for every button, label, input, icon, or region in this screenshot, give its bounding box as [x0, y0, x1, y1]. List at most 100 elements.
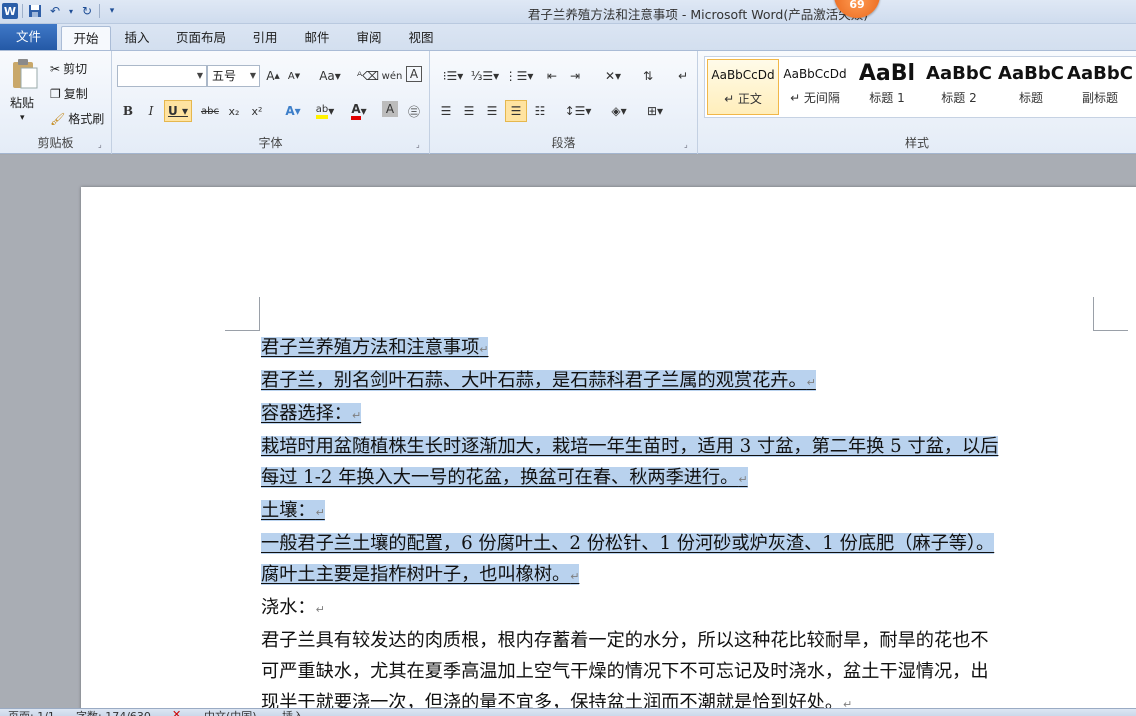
paragraph-mark: ↵ — [738, 473, 748, 486]
paragraph-mark: ↵ — [351, 409, 362, 422]
status-page[interactable]: 页面: 1/1 — [8, 709, 55, 716]
distributed-icon[interactable]: ☷ — [530, 101, 550, 121]
grammar-squiggle[interactable]: 但浇 — [425, 692, 461, 708]
doc-intro: 君子兰，别名剑叶石蒜、大叶石蒜，是石蒜科君子兰属的观赏花卉。 — [261, 370, 807, 391]
sort-icon[interactable]: ⇅ — [638, 66, 658, 86]
paste-button[interactable]: 粘贴 — [10, 94, 34, 111]
subscript-icon[interactable]: x₂ — [224, 101, 244, 121]
align-right-icon[interactable]: ☰ — [482, 101, 502, 121]
doc-soil-line-1[interactable]: 一般君子兰土壤的配置，6 份腐叶土、2 份松针、1 份河砂或炉灰渣、1 份底肥（… — [261, 528, 1096, 559]
tab-insert[interactable]: 插入 — [115, 26, 159, 50]
doc-container-text-2: 每过 1-2 年换入大一号的花盆，换盆可在春、秋两季进行。 — [261, 467, 739, 488]
style-title[interactable]: AaBbC 标题 — [995, 59, 1067, 115]
line-spacing-icon[interactable]: ↕☰▾ — [563, 101, 593, 121]
phonetic-guide-icon[interactable]: wén — [382, 66, 403, 86]
style-subtitle-name: 副标题 — [1081, 91, 1118, 105]
character-shading-icon[interactable]: A — [382, 101, 398, 117]
paragraph-group: ⁝☰▾ ⅓☰▾ ⋮☰▾ ⇤ ⇥ ✕▾ ⇅ ↵ ☰ ☰ ☰ ☰ ☷ ↕☰▾ ◈▾ … — [430, 51, 698, 154]
font-name-combo[interactable]: ▼ — [117, 65, 207, 87]
numbering-icon[interactable]: ⅓☰▾ — [470, 66, 500, 86]
italic-icon[interactable]: I — [141, 101, 161, 121]
clipboard-launcher-icon[interactable]: ⌟ — [98, 140, 107, 149]
cut-button[interactable]: ✂ 剪切 — [50, 60, 87, 77]
doc-water-line-2[interactable]: 可严重缺水，尤其在夏季高温加上空气干燥的情况下不可忘记及时浇水，盆土干湿情况，出 — [261, 656, 1096, 687]
align-left-icon[interactable]: ☰ — [436, 101, 456, 121]
crop-mark-right — [1093, 297, 1128, 331]
doc-water-line-3[interactable]: 现半干就要浇一次，但浇的量不宜多，保持盆土润而不潮就是恰到好处。↵ — [261, 687, 1096, 708]
tab-page-layout[interactable]: 页面布局 — [170, 26, 232, 50]
doc-water-text-1: 君子兰具有较发达的肉质根，根内存蓄着一定的水分，所以这种花比较耐旱，耐旱的花也不 — [261, 630, 989, 651]
doc-soil-line-2[interactable]: 腐叶土主要是指柞树叶子，也叫橡树。↵ — [261, 559, 1096, 592]
multilevel-list-icon[interactable]: ⋮☰▾ — [504, 66, 534, 86]
style-heading-2[interactable]: AaBbC 标题 2 — [923, 59, 995, 115]
doc-intro-line[interactable]: 君子兰，别名剑叶石蒜、大叶石蒜，是石蒜科君子兰属的观赏花卉。↵ — [261, 365, 1096, 398]
style-title-name: 标题 — [1018, 91, 1043, 105]
doc-container-heading-line[interactable]: 容器选择：↵ — [261, 398, 1096, 431]
borders-icon[interactable]: ⊞▾ — [640, 101, 670, 121]
doc-water-heading: 浇水： — [261, 597, 316, 618]
font-size-combo[interactable]: 五号 ▼ — [207, 65, 260, 87]
paragraph-mark: ↵ — [479, 343, 489, 356]
font-launcher-icon[interactable]: ⌟ — [416, 140, 425, 149]
status-bar: 页面: 1/1 字数: 174/630 ✕ 中文(中国) 插入 — [0, 708, 1136, 716]
style-subtitle-sample: AaBbC — [1067, 63, 1133, 84]
justify-icon[interactable]: ☰ — [505, 100, 527, 122]
doc-container-line-1[interactable]: 栽培时用盆随植株生长时逐渐加大，栽培一年生苗时，适用 3 寸盆，第二年换 5 寸… — [261, 431, 1096, 462]
show-marks-icon[interactable]: ↵ — [673, 66, 693, 86]
document-body[interactable]: 君子兰养殖方法和注意事项↵ 君子兰，别名剑叶石蒜、大叶石蒜，是石蒜科君子兰属的观… — [261, 332, 1096, 708]
align-center-icon[interactable]: ☰ — [459, 101, 479, 121]
font-color-icon[interactable]: A ▾ — [345, 101, 373, 121]
format-painter-button[interactable]: 🖌 格式刷 — [50, 110, 104, 127]
doc-water-line-1[interactable]: 君子兰具有较发达的肉质根，根内存蓄着一定的水分，所以这种花比较耐旱，耐旱的花也不 — [261, 625, 1096, 656]
superscript-icon[interactable]: x² — [247, 101, 267, 121]
doc-title-line[interactable]: 君子兰养殖方法和注意事项↵ — [261, 332, 1096, 365]
paste-icon[interactable] — [8, 57, 42, 91]
styles-group-label: 样式 — [904, 136, 929, 150]
scissors-icon: ✂ — [50, 61, 61, 76]
doc-container-line-2[interactable]: 每过 1-2 年换入大一号的花盆，换盆可在春、秋两季进行。↵ — [261, 462, 1096, 495]
status-insert-mode[interactable]: 插入 — [282, 709, 304, 716]
tab-review[interactable]: 审阅 — [347, 26, 391, 50]
bold-icon[interactable]: B — [118, 101, 138, 121]
style-subtitle[interactable]: AaBbC 副标题 — [1067, 59, 1133, 115]
style-heading-1[interactable]: AaBl 标题 1 — [851, 59, 923, 115]
brush-icon: 🖌 — [50, 111, 66, 126]
paragraph-launcher-icon[interactable]: ⌟ — [684, 140, 693, 149]
text-effects-icon[interactable]: A▾ — [280, 101, 306, 121]
style-heading-2-name: 标题 2 — [941, 91, 977, 105]
document-workspace[interactable]: 君子兰养殖方法和注意事项↵ 君子兰，别名剑叶石蒜、大叶石蒜，是石蒜科君子兰属的观… — [0, 155, 1136, 708]
tab-home[interactable]: 开始 — [61, 26, 111, 50]
doc-water-heading-line[interactable]: 浇水：↵ — [261, 592, 1096, 625]
cut-label: 剪切 — [63, 62, 88, 76]
status-language[interactable]: 中文(中国) — [204, 709, 257, 716]
tab-references[interactable]: 引用 — [243, 26, 287, 50]
strikethrough-icon[interactable]: abc — [200, 101, 220, 121]
doc-container-text-1: 栽培时用盆随植株生长时逐渐加大，栽培一年生苗时，适用 3 寸盆，第二年换 5 寸… — [261, 436, 999, 457]
character-border-icon[interactable]: A — [406, 66, 422, 82]
tab-file[interactable]: 文件 — [0, 24, 57, 50]
chinese-layout-icon[interactable]: ✕▾ — [598, 66, 628, 86]
shrink-font-icon[interactable]: A ▼ — [284, 66, 304, 86]
style-no-spacing[interactable]: AaBbCcDd ↵ 无间隔 — [779, 59, 851, 115]
change-case-icon[interactable]: Aa▾ — [317, 66, 343, 86]
tab-mailings[interactable]: 邮件 — [295, 26, 339, 50]
copy-button[interactable]: ❐ 复制 — [50, 85, 88, 102]
tab-view[interactable]: 视图 — [399, 26, 443, 50]
status-words[interactable]: 字数: 174/630 — [76, 709, 151, 716]
font-size-value: 五号 — [212, 69, 237, 83]
bullets-icon[interactable]: ⁝☰▾ — [438, 66, 468, 86]
document-page[interactable]: 君子兰养殖方法和注意事项↵ 君子兰，别名剑叶石蒜、大叶石蒜，是石蒜科君子兰属的观… — [81, 187, 1136, 708]
paste-dropdown-icon[interactable]: ▾ — [20, 113, 25, 123]
paragraph-mark: ↵ — [806, 376, 816, 389]
enclose-characters-icon[interactable]: ㊂ — [404, 101, 424, 121]
style-normal[interactable]: AaBbCcDd ↵ 正文 — [707, 59, 779, 115]
decrease-indent-icon[interactable]: ⇤ — [542, 66, 562, 86]
grow-font-icon[interactable]: A ▲ — [263, 66, 283, 86]
underline-icon[interactable]: U ▾ — [164, 100, 192, 122]
increase-indent-icon[interactable]: ⇥ — [565, 66, 585, 86]
shading-icon[interactable]: ◈▾ — [604, 101, 634, 121]
proofing-error-icon[interactable]: ✕ — [172, 709, 181, 716]
highlight-icon[interactable]: ab ▾ — [310, 101, 340, 121]
doc-soil-heading-line[interactable]: 土壤：↵ — [261, 495, 1096, 528]
clear-formatting-icon[interactable]: ᴬ⌫ — [357, 66, 379, 86]
